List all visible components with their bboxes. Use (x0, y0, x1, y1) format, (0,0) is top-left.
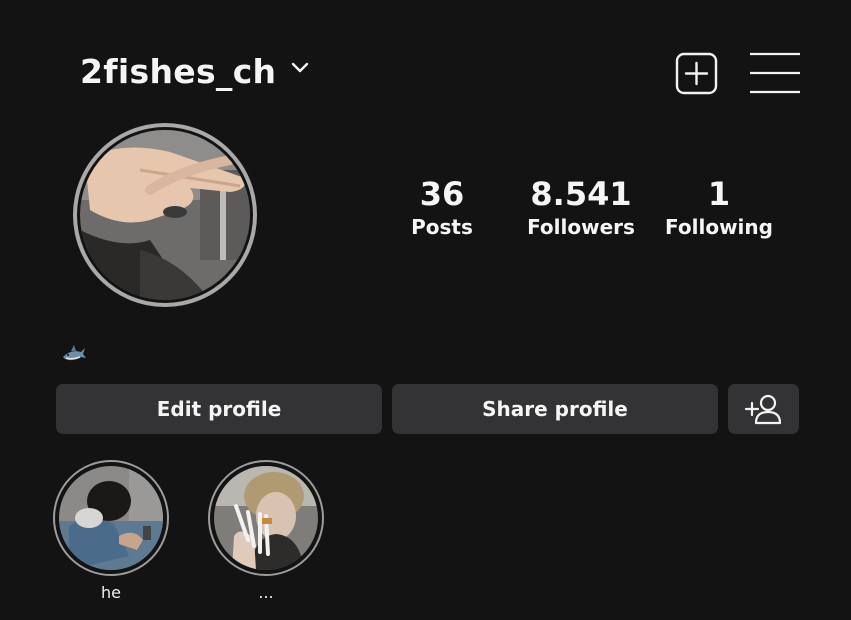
stat-followers[interactable]: 8.541 Followers (520, 174, 642, 240)
stat-following-value: 1 (707, 175, 731, 213)
chevron-down-icon (292, 62, 309, 73)
stat-posts-value: 36 (419, 175, 465, 213)
stat-posts-label: Posts (411, 215, 473, 239)
avatar-border (77, 127, 253, 303)
profile-page: 2fishes_ch 36 Posts 8.541 Followers 1 Fo… (0, 0, 851, 620)
stat-posts[interactable]: 36 Posts (400, 174, 484, 240)
stat-followers-value: 8.541 (530, 175, 632, 213)
avatar[interactable] (73, 123, 257, 307)
highlight-label: ... (258, 583, 274, 602)
edit-profile-button[interactable]: Edit profile (56, 384, 382, 434)
highlight-dots[interactable]: ... (207, 460, 325, 604)
new-post-icon[interactable] (675, 52, 718, 95)
menu-icon[interactable] (749, 51, 801, 95)
share-profile-button[interactable]: Share profile (392, 384, 718, 434)
highlight-he[interactable]: he (52, 460, 170, 604)
highlight-photo (59, 466, 163, 570)
stat-followers-label: Followers (527, 215, 635, 239)
discover-people-button[interactable] (728, 384, 799, 434)
account-switcher[interactable]: 2fishes_ch (80, 50, 310, 94)
highlight-photo (214, 466, 318, 570)
username: 2fishes_ch (80, 52, 277, 91)
highlight-ring (53, 460, 169, 576)
add-person-icon (744, 394, 781, 425)
highlight-label: he (101, 583, 121, 602)
stat-following[interactable]: 1 Following (662, 174, 776, 240)
avatar-photo (80, 130, 250, 300)
highlight-ring (208, 460, 324, 576)
shark-icon (63, 345, 86, 361)
stat-following-label: Following (665, 215, 773, 239)
